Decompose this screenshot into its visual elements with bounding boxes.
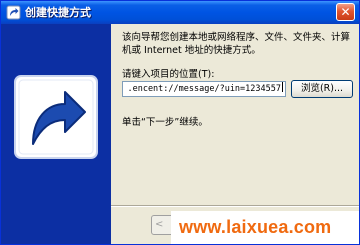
- location-input-value: .encent://message/?uin=1234557: [127, 84, 281, 94]
- location-label: 请键入项目的位置(T):: [122, 69, 215, 80]
- close-icon: ✕: [340, 5, 351, 19]
- wizard-side-panel: [1, 24, 111, 244]
- shortcut-icon: [6, 5, 21, 20]
- back-arrow-icon: <: [155, 219, 164, 230]
- next-step-hint: 单击“下一步”继续。: [122, 117, 208, 128]
- browse-button[interactable]: 浏览(R)...: [291, 80, 353, 98]
- window-title: 创建快捷方式: [25, 6, 91, 19]
- shortcut-arrow-icon: [14, 75, 98, 159]
- title-bar[interactable]: 创建快捷方式 ✕: [1, 1, 359, 24]
- create-shortcut-dialog: 创建快捷方式 ✕ 该向导帮您创建本地或网络程序、文件、文件夹、计算机或 Inte…: [0, 0, 360, 245]
- footer-separator: [111, 205, 359, 207]
- location-input[interactable]: .encent://message/?uin=1234557: [122, 81, 286, 97]
- close-button[interactable]: ✕: [336, 3, 355, 21]
- wizard-intro-text: 该向导帮您创建本地或网络程序、文件、文件夹、计算机或 Internet 地址的快…: [122, 32, 351, 56]
- site-watermark: www.laixuea.com: [179, 217, 332, 237]
- text-caret: [282, 82, 283, 92]
